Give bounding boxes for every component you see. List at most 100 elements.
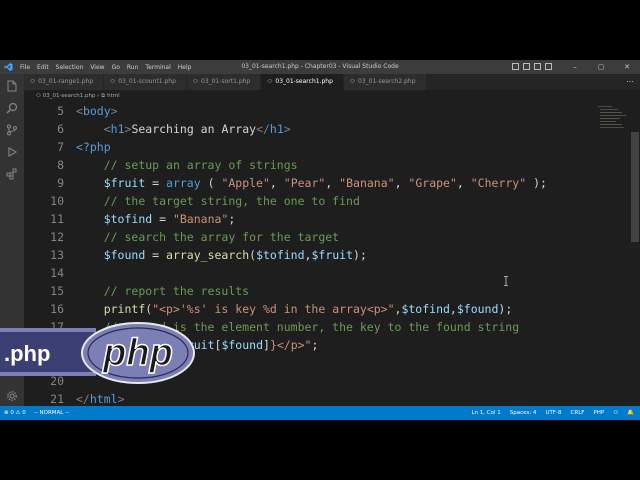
menu-item-file[interactable]: File	[20, 64, 30, 71]
menu-item-run[interactable]: Run	[127, 64, 139, 71]
tab-03_01-search1-php[interactable]: ⬭ 03_01-search1.php	[261, 74, 344, 90]
line-number: 9	[57, 176, 64, 190]
status-right-item[interactable]: Ln 1, Col 1	[471, 406, 500, 420]
php-file-icon: ⬭	[267, 78, 273, 85]
scrollbar-thumb[interactable]	[631, 132, 639, 242]
status-right-item[interactable]: CRLF	[571, 406, 585, 420]
symbol-tag-icon: ⧉	[101, 93, 106, 99]
code-token: ]	[263, 338, 270, 352]
tab-03_01-scount1-php[interactable]: ⬭ 03_01-scount1.php	[104, 74, 187, 90]
customize-layout-icon[interactable]	[545, 63, 552, 70]
settings-gear-icon[interactable]	[6, 390, 18, 402]
code-text: $tofind = "Banana";	[76, 210, 236, 228]
code-token: "<p>'%s' is key %d in the array<p>"	[152, 302, 395, 316]
vertical-scrollbar[interactable]	[630, 102, 640, 406]
status-right-item[interactable]: PHP	[593, 406, 604, 420]
code-token: html	[89, 392, 118, 406]
code-token: =	[145, 176, 167, 190]
extensions-icon[interactable]	[6, 168, 18, 180]
php-logo-text: php	[102, 332, 173, 374]
code-token: "Pear"	[283, 176, 326, 190]
code-token: >	[110, 104, 118, 118]
tab-label: 03_01-scount1.php	[118, 78, 176, 85]
breadcrumb-symbol[interactable]: html	[107, 93, 120, 99]
tab-label: 03_01-search1.php	[275, 78, 333, 85]
more-actions-icon[interactable]: ⋯	[626, 74, 634, 90]
code-text: printf("<p>'%s' is key %d in the array<p…	[76, 300, 513, 318]
line-number: 14	[50, 266, 64, 280]
php-file-icon: ⬭	[30, 78, 36, 85]
tab-03_01-sort1-php[interactable]: ⬭ 03_01-sort1.php	[186, 74, 262, 90]
code-token: );	[498, 302, 513, 316]
toggle-secondary-sidebar-icon[interactable]	[534, 63, 541, 70]
code-token: // report the results	[103, 284, 250, 298]
toggle-panel-icon[interactable]	[523, 63, 530, 70]
php-file-icon: ⬭	[36, 93, 41, 99]
tab-03_01-range1-php[interactable]: ⬭ 03_01-range1.php	[24, 74, 105, 90]
tab-label: 03_01-search2.php	[358, 78, 416, 85]
line-number: 8	[57, 158, 64, 172]
menu-item-help[interactable]: Help	[178, 64, 192, 71]
code-token: ,	[325, 176, 340, 190]
search-icon[interactable]	[6, 102, 18, 114]
line-number: 16	[50, 302, 64, 316]
status-right-item[interactable]: Spaces: 4	[510, 406, 537, 420]
toggle-sidebar-icon[interactable]	[512, 63, 519, 70]
status-left-item[interactable]: -- NORMAL --	[34, 406, 69, 420]
code-token: $found	[456, 302, 499, 316]
menu-item-selection[interactable]: Selection	[56, 64, 84, 71]
code-text: // report the results	[76, 282, 249, 300]
line-number: 11	[50, 212, 64, 226]
status-left-item[interactable]: ⊗ 0 ⚠ 0	[4, 406, 26, 420]
code-token: ,	[269, 176, 284, 190]
code-text: <?php	[76, 138, 111, 156]
menu-item-terminal[interactable]: Terminal	[145, 64, 170, 71]
php-overlay-badge: .php php	[0, 320, 200, 388]
code-token: ,	[449, 302, 457, 316]
line-number: 6	[57, 122, 64, 136]
menu-item-view[interactable]: View	[90, 64, 104, 71]
code-token: =	[145, 248, 167, 262]
menu-item-go[interactable]: Go	[112, 64, 120, 71]
mouse-text-cursor-icon	[504, 276, 508, 286]
menu-item-edit[interactable]: Edit	[37, 64, 49, 71]
maximize-button[interactable]: ▢	[588, 60, 614, 74]
tab-label: 03_01-sort1.php	[201, 78, 251, 85]
close-button[interactable]: ✕	[614, 60, 640, 74]
status-right-item[interactable]: UTF-8	[545, 406, 561, 420]
status-right-item[interactable]: ⚇	[613, 406, 618, 420]
code-token: // search the array for the target	[103, 230, 340, 244]
source-control-icon[interactable]	[6, 124, 18, 136]
code-token: </	[76, 392, 90, 406]
line-number: 15	[50, 284, 64, 298]
minimize-button[interactable]: –	[562, 60, 588, 74]
breadcrumb: ⬭ 03_01-search1.php › ⧉ html	[24, 90, 640, 102]
code-token: }</p>"	[269, 338, 312, 352]
minimap[interactable]	[598, 102, 628, 142]
status-bar: ⊗ 0 ⚠ 0 -- NORMAL -- Ln 1, Col 1 Spaces: 4…	[0, 406, 640, 420]
code-token: $found	[103, 248, 146, 262]
code-token: printf	[103, 302, 146, 316]
explorer-icon[interactable]	[6, 80, 18, 92]
run-debug-icon[interactable]	[6, 146, 18, 158]
line-number: 13	[50, 248, 64, 262]
editor-tabs: ⬭ 03_01-range1.php ⬭ 03_01-scount1.php ⬭ 03_0…	[24, 74, 640, 90]
breadcrumb-file[interactable]: 03_01-search1.php	[43, 93, 96, 99]
code-token: $fruit	[103, 176, 146, 190]
code-token: >	[117, 392, 125, 406]
php-file-icon: ⬭	[349, 78, 356, 85]
status-right-item[interactable]: 🔔	[627, 406, 634, 420]
code-token: <?php	[76, 140, 111, 154]
tab-03_01-search2-php[interactable]: ⬭ 03_01-search2.php	[343, 74, 427, 90]
line-number: 12	[50, 230, 64, 244]
code-token: h1	[269, 122, 284, 136]
code-token: >	[283, 122, 291, 136]
code-token: </	[256, 122, 270, 136]
